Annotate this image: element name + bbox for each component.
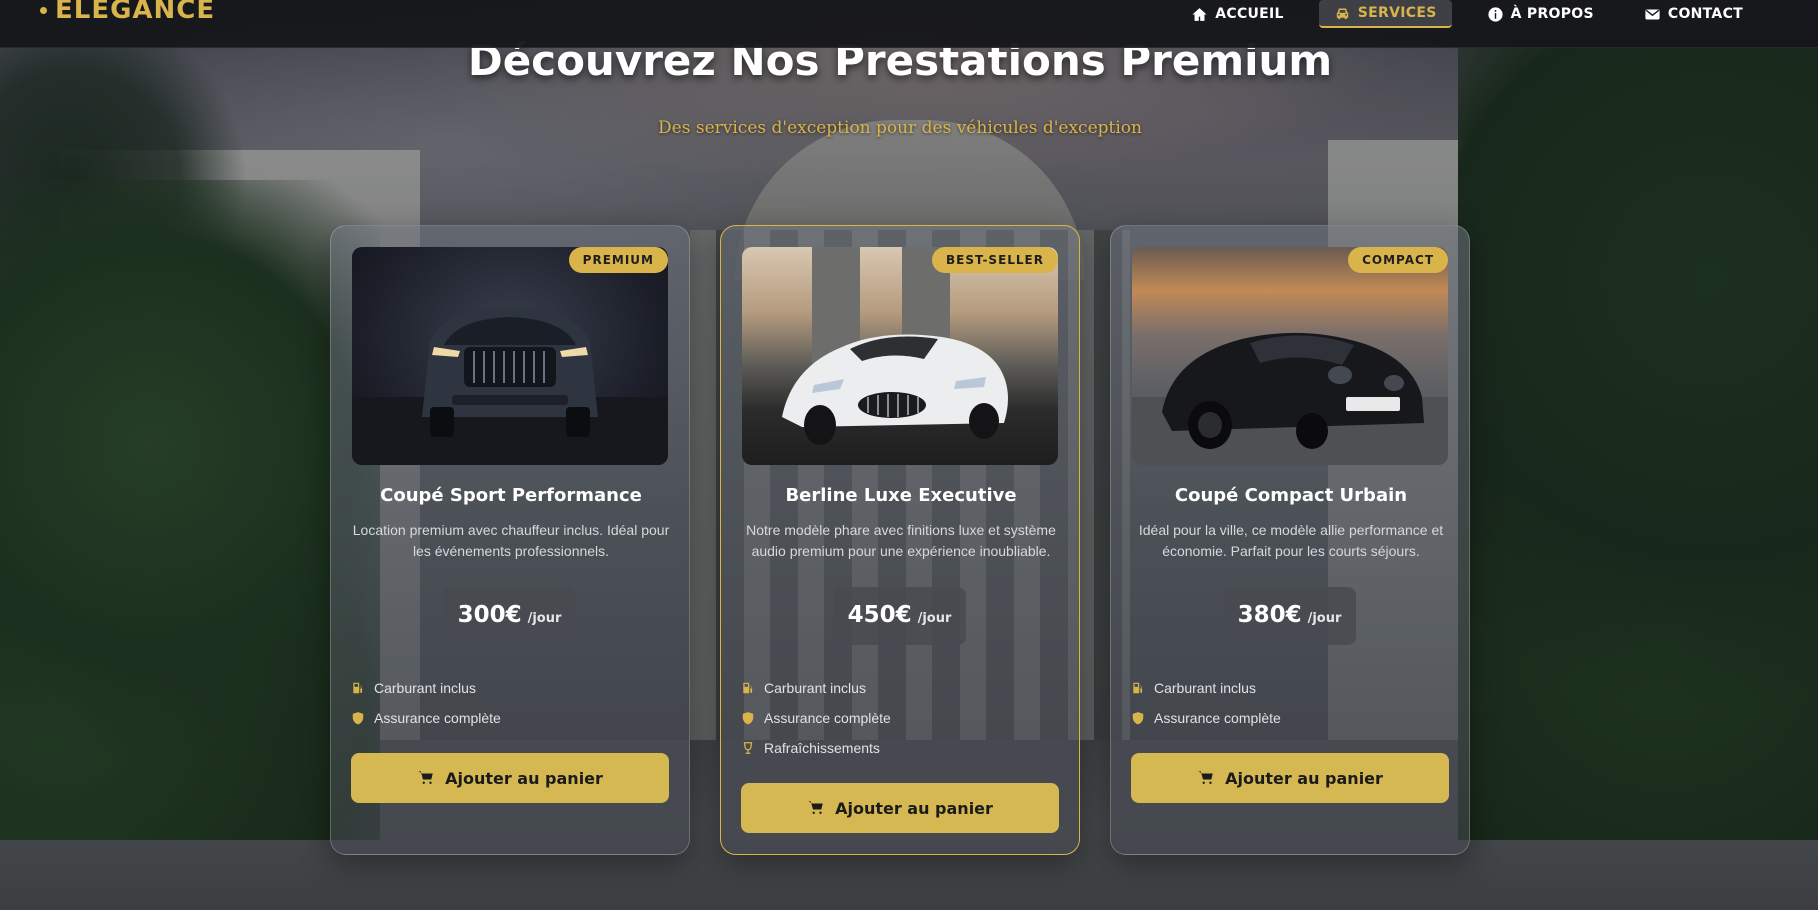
gas-pump-icon — [353, 682, 363, 694]
add-to-cart-button[interactable]: Ajouter au panier — [741, 783, 1059, 833]
car-icon — [1336, 8, 1348, 19]
feature-label: Assurance complète — [374, 710, 501, 726]
feature-list: Carburant inclus Assurance complète — [351, 673, 671, 733]
price-unit: /jour — [1307, 611, 1342, 626]
card-badge: PREMIUM — [568, 247, 668, 273]
shopping-cart-icon — [418, 771, 433, 784]
card-badge: BEST-SELLER — [932, 247, 1058, 273]
card-image-dark-suv — [352, 247, 668, 465]
envelope-icon — [1645, 9, 1660, 19]
feature-item: Rafraîchissements — [741, 733, 1061, 763]
nav-item-label: ACCUEIL — [1215, 6, 1284, 22]
nav-item-a-propos[interactable]: À PROPOS — [1472, 0, 1609, 28]
feature-label: Carburant inclus — [374, 680, 476, 696]
feature-item: Carburant inclus — [1131, 673, 1451, 703]
price-box: 300€ /jour — [443, 587, 576, 645]
brand-logo[interactable]: ÉLÉGANCE — [40, 0, 215, 25]
nav-item-label: CONTACT — [1667, 6, 1743, 22]
nav-menu: ACCUEIL SERVICES À PROPOS CONTACT — [1176, 0, 1758, 28]
nav-item-label: SERVICES — [1357, 5, 1437, 21]
feature-item: Assurance complète — [1131, 703, 1451, 733]
feature-item: Assurance complète — [351, 703, 671, 733]
card-description: Idéal pour la ville, ce modèle allie per… — [1138, 522, 1444, 559]
shopping-cart-icon — [808, 801, 823, 814]
feature-label: Rafraîchissements — [764, 740, 880, 756]
feature-label: Carburant inclus — [1154, 680, 1256, 696]
info-icon — [1487, 6, 1503, 22]
price-box: 380€ /jour — [1223, 587, 1356, 645]
price-amount: 300€ — [457, 602, 522, 628]
card-image-white-coupe — [742, 247, 1058, 465]
card-title: Coupé Sport Performance — [380, 485, 642, 506]
navbar: ÉLÉGANCE ACCUEIL SERVICES À PROPOS CONTA… — [0, 0, 1818, 48]
service-card-best-seller: BEST-SELLER Berline Luxe Executive Notre… — [720, 225, 1080, 855]
feature-item: Carburant inclus — [351, 673, 671, 703]
nav-item-contact[interactable]: CONTACT — [1629, 0, 1758, 28]
card-description: Location premium avec chauffeur inclus. … — [352, 522, 670, 559]
card-badge: COMPACT — [1348, 247, 1448, 273]
glass-icon — [743, 742, 753, 754]
nav-item-label: À PROPOS — [1510, 6, 1594, 22]
add-to-cart-label: Ajouter au panier — [1225, 768, 1383, 788]
gas-pump-icon — [1133, 682, 1143, 694]
price-unit: /jour — [527, 611, 562, 626]
nav-item-accueil[interactable]: ACCUEIL — [1176, 0, 1299, 28]
card-title: Coupé Compact Urbain — [1174, 485, 1408, 506]
gas-pump-icon — [743, 682, 753, 694]
feature-list: Carburant inclus Assurance complète — [1131, 673, 1451, 733]
price-unit: /jour — [917, 611, 952, 626]
add-to-cart-button[interactable]: Ajouter au panier — [351, 753, 669, 803]
service-card-compact: COMPACT Coupé Compact Urbain Idéal pour … — [1110, 225, 1470, 855]
add-to-cart-button[interactable]: Ajouter au panier — [1131, 753, 1449, 803]
shield-icon — [1132, 712, 1144, 725]
feature-label: Carburant inclus — [764, 680, 866, 696]
shield-icon — [352, 712, 364, 725]
add-to-cart-label: Ajouter au panier — [835, 798, 993, 818]
card-image-black-sports-car — [1132, 247, 1448, 465]
page-subtitle: Des services d'exception pour des véhicu… — [658, 118, 1142, 138]
feature-list: Carburant inclus Assurance complète Rafr… — [741, 673, 1061, 763]
add-to-cart-label: Ajouter au panier — [445, 768, 603, 788]
service-card-premium: PREMIUM Coupé Sport Performance Location… — [330, 225, 690, 855]
feature-item: Carburant inclus — [741, 673, 1061, 703]
feature-label: Assurance complète — [764, 710, 891, 726]
nav-item-services[interactable]: SERVICES — [1318, 0, 1452, 28]
home-icon — [1192, 7, 1207, 21]
brand-dot-icon — [40, 6, 47, 14]
price-amount: 450€ — [847, 602, 912, 628]
feature-label: Assurance complète — [1154, 710, 1281, 726]
card-title: Berline Luxe Executive — [785, 485, 1017, 506]
feature-item: Assurance complète — [741, 703, 1061, 733]
shield-icon — [742, 712, 754, 725]
card-description: Notre modèle phare avec finitions luxe e… — [746, 522, 1056, 559]
shopping-cart-icon — [1198, 771, 1213, 784]
price-box: 450€ /jour — [833, 587, 966, 645]
brand-name: ÉLÉGANCE — [55, 0, 216, 25]
price-amount: 380€ — [1237, 602, 1302, 628]
